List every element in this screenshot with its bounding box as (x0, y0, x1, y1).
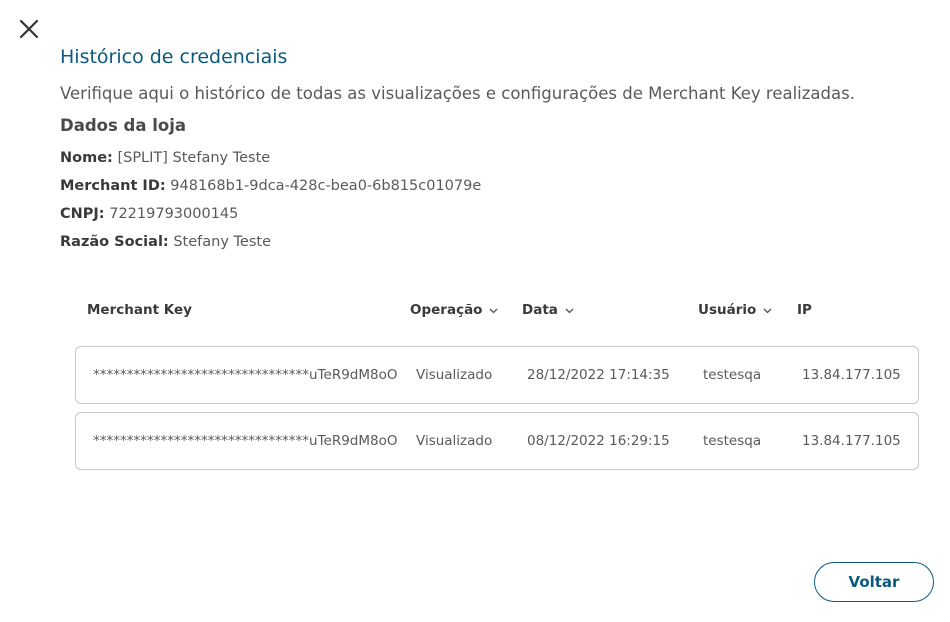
ip-cell: 13.84.177.105 (802, 433, 901, 449)
column-label: IP (797, 302, 812, 318)
column-header-merchant-key: Merchant Key (87, 302, 192, 318)
store-section-title: Dados da loja (60, 116, 187, 135)
usuario-cell: testesqa (703, 367, 762, 383)
cnpj-label: CNPJ: (60, 206, 105, 222)
table-row[interactable]: ********************************uTeR9dM8… (75, 412, 919, 470)
column-label: Data (522, 302, 558, 318)
data-cell: 28/12/2022 17:14:35 (527, 367, 670, 383)
merchant-id-label: Merchant ID: (60, 178, 166, 194)
chevron-down-icon (489, 302, 498, 318)
data-cell: 08/12/2022 16:29:15 (527, 433, 670, 449)
column-header-operacao[interactable]: Operação (410, 302, 498, 318)
column-label: Usuário (698, 302, 757, 318)
store-name-value: [SPLIT] Stefany Teste (117, 150, 271, 166)
column-header-data[interactable]: Data (522, 302, 574, 318)
merchant-id-row: Merchant ID: 948168b1-9dca-428c-bea0-6b8… (60, 178, 481, 194)
page-subtitle: Verifique aqui o histórico de todas as v… (60, 84, 855, 103)
merchant-key-cell: ********************************uTeR9dM8… (93, 433, 398, 449)
usuario-cell: testesqa (703, 433, 762, 449)
table-header: Merchant Key Operação Data Usuário IP (75, 302, 919, 322)
back-button[interactable]: Voltar (814, 562, 934, 602)
table-row[interactable]: ********************************uTeR9dM8… (75, 346, 919, 404)
operacao-cell: Visualizado (416, 433, 493, 449)
close-icon[interactable] (16, 16, 42, 42)
chevron-down-icon (763, 302, 772, 318)
chevron-down-icon (565, 302, 574, 318)
operacao-cell: Visualizado (416, 367, 493, 383)
credential-history-modal: Histórico de credenciais Verifique aqui … (0, 0, 950, 622)
razao-social-row: Razão Social: Stefany Teste (60, 234, 271, 250)
column-header-usuario[interactable]: Usuário (698, 302, 772, 318)
cnpj-row: CNPJ: 72219793000145 (60, 206, 238, 222)
column-header-ip: IP (797, 302, 812, 318)
cnpj-value: 72219793000145 (109, 206, 239, 222)
razao-social-label: Razão Social: (60, 234, 169, 250)
page-title: Histórico de credenciais (60, 46, 288, 68)
column-label: Merchant Key (87, 302, 192, 318)
merchant-id-value: 948168b1-9dca-428c-bea0-6b815c01079e (170, 178, 482, 194)
merchant-key-cell: ********************************uTeR9dM8… (93, 367, 398, 383)
store-name-label: Nome: (60, 150, 113, 166)
store-name-row: Nome: [SPLIT] Stefany Teste (60, 150, 270, 166)
razao-social-value: Stefany Teste (173, 234, 271, 250)
ip-cell: 13.84.177.105 (802, 367, 901, 383)
column-label: Operação (410, 302, 483, 318)
